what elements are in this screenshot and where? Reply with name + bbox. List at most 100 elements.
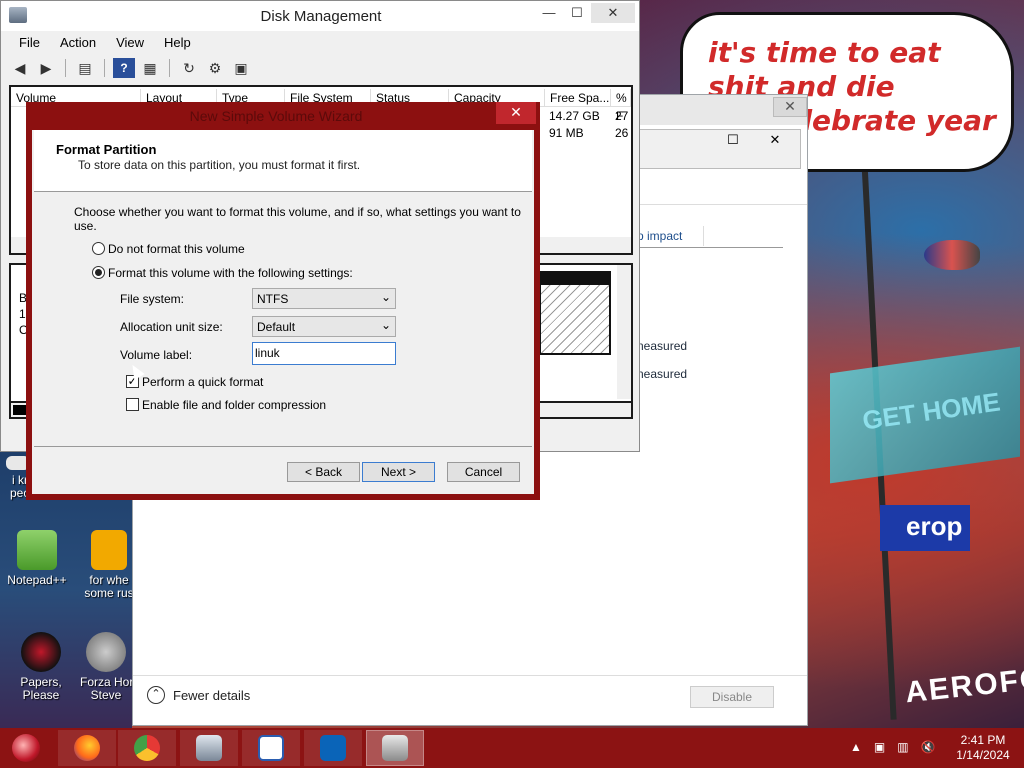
compression-checkbox[interactable] — [126, 398, 139, 411]
free-space-cell: 91 MB — [549, 126, 584, 140]
wizard-header: Format Partition To store data on this p… — [34, 130, 532, 192]
file-system-value: NTFS — [257, 292, 289, 306]
maximize-icon[interactable]: ☐ — [718, 132, 748, 152]
chevron-down-icon: ⌄ — [380, 290, 391, 304]
menu-bar: File Action View Help — [9, 33, 201, 53]
desktop-icon-label: for whe some rus — [84, 573, 134, 600]
outlook-icon — [320, 735, 346, 761]
close-button[interactable]: ✕ — [591, 3, 635, 23]
menu-action[interactable]: Action — [50, 33, 106, 53]
taskbar-outlook[interactable] — [304, 730, 362, 766]
clock[interactable]: 2:41 PM 1/14/2024 — [948, 733, 1018, 763]
wizard-title: New Simple Volume Wizard — [189, 108, 363, 124]
wizard-close-button[interactable]: ✕ — [496, 102, 536, 124]
allocation-unit-label: Allocation unit size: — [120, 320, 223, 334]
background-inner-window: ☐ ✕ — [637, 129, 801, 169]
taskbar-firefox[interactable] — [58, 730, 116, 766]
percent-free-cell: 27 — [615, 109, 629, 123]
flash-icon — [86, 632, 126, 672]
help-icon[interactable]: ? — [113, 58, 135, 78]
fewer-details-label: Fewer details — [173, 687, 251, 703]
desktop-icon-label: Papers, Please — [20, 675, 62, 702]
column-header-impact[interactable]: p impact — [637, 226, 783, 248]
compression-label[interactable]: Enable file and folder compression — [142, 398, 326, 412]
close-icon[interactable]: ✕ — [752, 132, 798, 152]
percent-free-cell: 26 — [615, 126, 629, 140]
new-simple-volume-wizard: New Simple Volume Wizard ✕ Format Partit… — [26, 102, 540, 500]
quick-format-label[interactable]: Perform a quick format — [142, 375, 263, 389]
vertical-scrollbar[interactable] — [617, 265, 631, 399]
settings-icon[interactable]: ⚙ — [204, 58, 226, 78]
chevron-down-icon: ⌄ — [380, 318, 391, 332]
allocation-unit-select[interactable]: Default ⌄ — [252, 316, 396, 337]
console-tree-icon[interactable]: ▤ — [74, 58, 96, 78]
taskbar-chrome[interactable] — [118, 730, 176, 766]
no-format-radio[interactable] — [92, 242, 105, 255]
minimize-button[interactable]: — — [535, 3, 563, 23]
tray-expand-icon[interactable]: ▲ — [850, 740, 862, 754]
wizard-divider — [34, 446, 532, 447]
toolbar-separator — [104, 59, 105, 77]
toolbar-separator — [65, 59, 66, 77]
network-icon[interactable]: ▥ — [897, 740, 908, 754]
menu-view[interactable]: View — [106, 33, 154, 53]
volume-muted-icon[interactable]: 🔇 — [921, 740, 936, 754]
next-button[interactable]: Next > — [362, 462, 435, 482]
start-button[interactable] — [12, 734, 40, 762]
chrome-icon — [134, 735, 160, 761]
maximize-button[interactable]: ☐ — [563, 3, 591, 23]
taskbar-disk-management[interactable] — [180, 730, 238, 766]
taskbar-rdp[interactable] — [242, 730, 300, 766]
file-system-label: File system: — [120, 292, 185, 306]
unallocated-partition-block[interactable] — [539, 271, 611, 355]
wallpaper-fish — [924, 240, 980, 270]
desktop-icon-label: Notepad++ — [7, 573, 67, 587]
toolbar: ◀ ▶ ▤ ? ▦ ↻ ⚙ ▣ — [9, 56, 252, 80]
wizard-subheading: To store data on this partition, you mus… — [78, 158, 361, 172]
forward-arrow-icon[interactable]: ▶ — [35, 58, 57, 78]
toolbar-separator — [169, 59, 170, 77]
menu-help[interactable]: Help — [154, 33, 201, 53]
format-label[interactable]: Format this volume with the following se… — [108, 266, 353, 280]
clock-time: 2:41 PM — [960, 733, 1006, 747]
disable-button[interactable]: Disable — [690, 686, 774, 708]
volume-label-input[interactable]: linuk — [252, 342, 396, 365]
action-center-icon[interactable]: ▣ — [874, 740, 885, 754]
refresh-icon[interactable]: ↻ — [178, 58, 200, 78]
fewer-details-button[interactable]: ⌃ Fewer details — [147, 686, 250, 704]
allocation-unit-value: Default — [257, 320, 296, 334]
properties-icon[interactable]: ▦ — [139, 58, 161, 78]
back-button[interactable]: < Back — [287, 462, 360, 482]
column-header-label: p impact — [637, 229, 683, 243]
no-format-label[interactable]: Do not format this volume — [108, 242, 245, 256]
clock-date: 1/14/2024 — [956, 748, 1010, 762]
free-space-cell: 14.27 GB — [549, 109, 600, 123]
background-window-close-button[interactable]: ✕ — [773, 97, 807, 117]
system-tray: ▲ ▣ ▥ 🔇 — [850, 740, 936, 754]
disk-management-icon — [196, 735, 222, 761]
file-system-select[interactable]: NTFS ⌄ — [252, 288, 396, 309]
column-separator — [703, 226, 704, 246]
wizard-heading: Format Partition — [56, 142, 157, 157]
desktop-icon-label: Forza Hor Steve — [80, 675, 134, 702]
notepad-plus-icon — [17, 530, 57, 570]
wizard-titlebar: New Simple Volume Wizard ✕ — [26, 102, 540, 130]
column-percent-free[interactable]: % F — [611, 89, 631, 123]
taskbar: ▲ ▣ ▥ 🔇 2:41 PM 1/14/2024 — [0, 728, 1024, 768]
disk-info-label: 1 — [19, 307, 26, 321]
desktop-icon-dj[interactable]: for whe some rus — [84, 530, 134, 600]
back-arrow-icon[interactable]: ◀ — [9, 58, 31, 78]
cancel-button[interactable]: Cancel — [447, 462, 520, 482]
column-free-space[interactable]: Free Spa... — [545, 89, 611, 107]
computer-management-icon — [382, 735, 408, 761]
menu-file[interactable]: File — [9, 33, 50, 53]
desktop-icon-papers-please[interactable]: Papers, Please — [2, 632, 80, 702]
table-cell-impact: neasured — [637, 367, 688, 381]
chevron-up-icon: ⌃ — [147, 686, 165, 704]
rescan-icon[interactable]: ▣ — [230, 58, 252, 78]
format-radio[interactable] — [92, 266, 105, 279]
papers-please-icon — [21, 632, 61, 672]
taskbar-computer-management[interactable] — [366, 730, 424, 766]
desktop-icon-notepad-plus[interactable]: Notepad++ — [2, 530, 72, 587]
desktop-icon-flash[interactable]: Forza Hor Steve — [80, 632, 134, 702]
